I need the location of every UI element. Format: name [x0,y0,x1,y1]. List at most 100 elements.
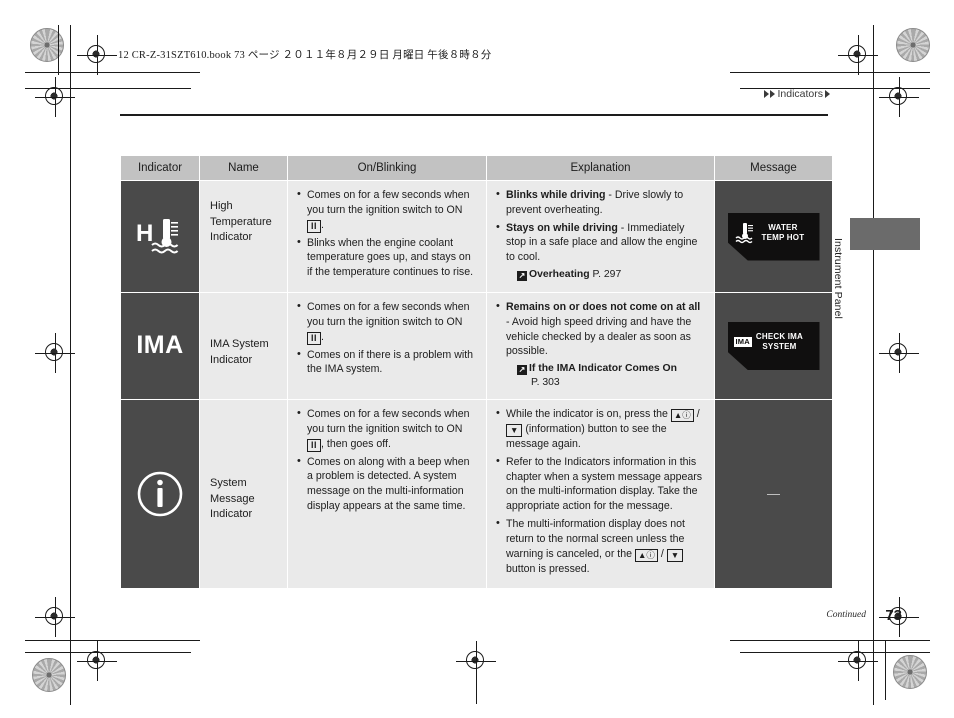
header-rule [120,114,828,116]
xref-title: Overheating [529,269,590,281]
crop-cross-top-left-b [77,35,117,75]
list-item: Stays on while driving - Immediately sto… [496,220,706,265]
ignition-on-keycap-icon: II [307,219,322,233]
crop-line-br-h2 [740,652,930,653]
svg-text:H: H [136,220,153,247]
explanation-rest: - Avoid high speed driving and have the … [506,315,692,358]
footer-page-number: 73 [885,607,902,624]
table-header-row: Indicator Name On/Blinking Explanation M… [120,155,833,181]
info-up-button-icon: ▲ⓘ [670,408,694,422]
name-cell-system-message: System Message Indicator [199,398,288,589]
registration-mark-top-right [896,28,930,62]
list-item: Remains on or does not come on at all - … [496,299,706,359]
lcd-line: CHECK IMA [755,332,803,342]
message-cell-ima-system: IMA CHECK IMA SYSTEM [714,292,833,400]
registration-mark-bottom-right [893,655,927,689]
list-item: While the indicator is on, press the ▲ⓘ … [496,406,706,452]
xref-title: If the IMA Indicator Comes On [529,363,677,375]
indicator-name-text: System Message Indicator [210,476,255,521]
cross-reference[interactable]: ↗ Overheating P. 297 [517,268,706,282]
onblinking-list: Comes on for a few seconds when you turn… [296,299,478,377]
indicator-cell-ima-system: IMA [120,292,200,400]
explanation-bold: Blinks while driving [506,189,606,201]
col-header-indicator: Indicator [120,155,200,181]
onblinking-cell-high-temperature: Comes on for a few seconds when you turn… [287,180,487,293]
onblinking-list: Comes on for a few seconds when you turn… [296,187,478,280]
info-up-button-icon: ▲ⓘ [634,548,658,562]
name-cell-ima-system: IMA System Indicator [199,292,288,400]
explanation-bold: Remains on or does not come on at all [506,301,701,313]
high-temperature-icon: H [136,218,179,253]
cross-reference[interactable]: ↗ If the IMA Indicator Comes On [517,362,706,376]
list-item: Comes on for a few seconds when you turn… [297,187,478,233]
message-cell-system-message: — [714,398,833,589]
crop-line-bl-h2 [25,652,191,653]
lcd-message-panel: IMA CHECK IMA SYSTEM [727,321,820,370]
ima-system-icon: IMA [136,331,184,360]
explanation-list: While the indicator is on, press the ▲ⓘ … [495,406,706,577]
col-header-message: Message [714,155,833,181]
ignition-on-keycap-icon: II [307,438,322,452]
col-header-name: Name [199,155,288,181]
explanation-list: Blinks while driving - Drive slowly to p… [495,187,706,265]
lcd-line: WATER [768,223,798,232]
col-header-explanation: Explanation [486,155,715,181]
name-cell-high-temperature: High Temperature Indicator [199,180,288,293]
jump-arrow-icon: ↗ [517,271,527,282]
indicator-cell-system-message [120,398,200,589]
crop-line-tl-v1 [70,25,71,705]
section-label: Indicators [777,88,823,100]
triangle-right-icon-1 [764,90,770,98]
list-item: Blinks when the engine coolant temperatu… [297,235,478,280]
crop-line-bl-h1 [25,640,200,641]
crop-cross-bottom-left-a [35,597,75,637]
book-header-line: 12 CR-Z-31SZT610.book 73 ページ ２０１１年８月２９日 … [118,50,492,61]
explanation-list: Remains on or does not come on at all - … [495,299,706,359]
indicator-cell-high-temperature: H [120,180,200,293]
table-row: H High Temperature Indicator Comes on fo… [120,180,833,293]
triangle-right-icon-3 [825,90,830,98]
ima-badge: IMA [733,336,752,347]
explanation-bold: Stays on while driving [506,221,618,234]
crop-line-br-h1 [730,640,930,641]
col-header-onblinking: On/Blinking [287,155,487,181]
crop-line-tl-h2 [25,88,191,89]
onblinking-list: Comes on for a few seconds when you turn… [296,406,478,514]
explanation-cell-high-temperature: Blinks while driving - Drive slowly to p… [486,180,715,293]
list-item: Comes on for a few seconds when you turn… [297,406,478,452]
side-tab-marker [850,218,920,250]
indicators-table: Indicator Name On/Blinking Explanation M… [120,155,833,589]
info-down-button-icon: ▼ [506,423,523,437]
list-item: Refer to the Indicators information in t… [496,454,706,514]
lcd-line: TEMP HOT [761,232,805,242]
lcd-text-block: CHECK IMA SYSTEM [756,332,803,351]
xref-page-line: P. 303 [531,377,560,389]
crop-cross-mid-left [35,333,75,373]
registration-mark-bottom-left [32,658,66,692]
indicator-name-text: High Temperature Indicator [210,200,272,244]
indicator-name-text: IMA System Indicator [210,338,269,366]
message-cell-high-temperature: WATER TEMP HOT [714,180,833,293]
crop-line-r-v1 [873,25,874,705]
list-item: Comes on along with a beep when a proble… [297,454,478,514]
onblinking-cell-ima-system: Comes on for a few seconds when you turn… [287,292,487,400]
crop-line-tl-h1 [25,72,200,73]
crop-line-tr-h1 [730,72,930,73]
info-down-button-icon: ▼ [666,548,684,562]
lcd-text-block: WATER TEMP HOT [762,223,805,242]
lcd-message-panel: WATER TEMP HOT [727,212,820,261]
table-row: IMA IMA System Indicator Comes on for a … [120,292,833,400]
table-row: System Message Indicator Comes on for a … [120,398,833,589]
section-breadcrumb: Indicators [764,88,830,100]
list-item: Comes on for a few seconds when you turn… [297,299,478,345]
side-tab-label: Instrument Panel [832,238,844,319]
crop-line-tl-v2 [58,25,59,75]
coolant-temp-icon [735,222,753,243]
jump-arrow-icon: ↗ [517,365,527,376]
crop-cross-mid-right [879,333,919,373]
xref-page: P. 297 [592,269,622,281]
ignition-on-keycap-icon: II [307,331,322,345]
list-item: Blinks while driving - Drive slowly to p… [496,187,706,218]
system-message-info-icon [137,471,183,517]
triangle-right-icon-2 [770,90,776,98]
